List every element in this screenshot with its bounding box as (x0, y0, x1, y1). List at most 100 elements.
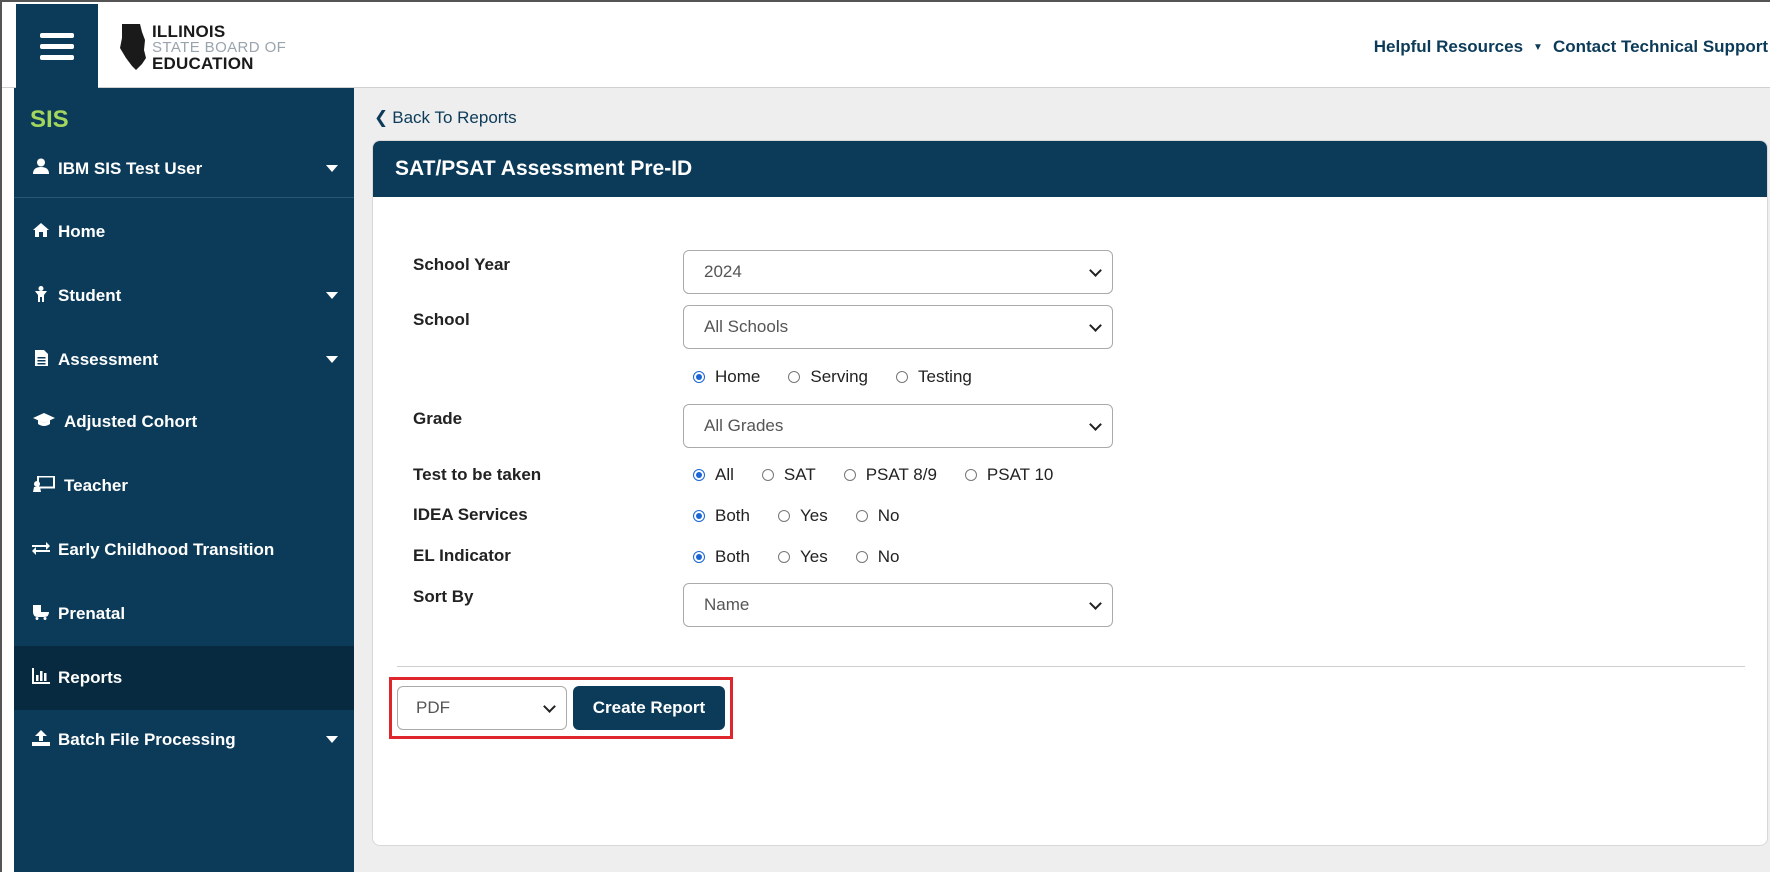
baby-carriage-icon (30, 604, 52, 625)
sort-by-select[interactable]: Name (683, 583, 1113, 627)
contact-technical-support-link[interactable]: Contact Technical Support (1553, 37, 1768, 57)
select-value: All Schools (704, 317, 789, 336)
radio-indicator (964, 469, 977, 481)
upload-icon (30, 729, 52, 751)
school-year-select[interactable]: 2024 (683, 250, 1113, 294)
chevron-down-icon (1089, 264, 1102, 277)
home-icon (30, 222, 52, 243)
helpful-resources-link[interactable]: Helpful Resources (1374, 37, 1523, 57)
sidebar-item-assessment[interactable]: Assessment (14, 328, 354, 392)
radio-psat-10[interactable]: PSAT 10 (964, 465, 1054, 485)
bar-chart-icon (30, 667, 52, 689)
radio-idea-yes[interactable]: Yes (777, 506, 828, 526)
sidebar-item-label: Adjusted Cohort (64, 412, 198, 431)
illinois-state-icon (120, 24, 146, 70)
radio-indicator (693, 371, 705, 383)
radio-all[interactable]: All (693, 465, 734, 485)
radio-sat[interactable]: SAT (761, 465, 816, 485)
radio-el-yes[interactable]: Yes (777, 547, 828, 567)
radio-psat-8-9[interactable]: PSAT 8/9 (843, 465, 937, 485)
radio-label: Home (715, 367, 761, 386)
radio-indicator (693, 510, 705, 522)
sidebar-item-teacher[interactable]: Teacher (14, 454, 354, 518)
sidebar-item-student[interactable]: Student (14, 264, 354, 328)
radio-el-no[interactable]: No (855, 547, 899, 567)
hamburger-menu-button[interactable] (16, 4, 98, 88)
radio-label: Both (715, 506, 750, 525)
user-icon (30, 158, 52, 179)
sidebar-item-label: Early Childhood Transition (58, 540, 275, 559)
back-to-reports-link[interactable]: ❮ Back To Reports (374, 108, 517, 128)
sidebar-item-label: Reports (58, 668, 123, 687)
radio-label: Serving (810, 367, 868, 386)
grade-label: Grade (413, 409, 463, 428)
radio-label: PSAT 10 (986, 465, 1054, 484)
logo-line-3: EDUCATION (152, 53, 254, 73)
sidebar-item-batch-file-processing[interactable]: Batch File Processing (14, 708, 354, 772)
radio-serving[interactable]: Serving (788, 367, 868, 387)
divider (397, 666, 1745, 667)
highlight-annotation-box (389, 677, 733, 739)
grade-select[interactable]: All Grades (683, 404, 1113, 448)
el-indicator-radio-group: Both Yes No (693, 547, 927, 567)
chevron-down-icon (326, 292, 338, 299)
radio-label: Testing (918, 367, 972, 386)
sidebar-title: SIS (30, 106, 69, 133)
school-type-radio-group: Home Serving Testing (693, 367, 1000, 387)
chevron-down-icon (1089, 319, 1102, 332)
sidebar-item-early-childhood-transition[interactable]: Early Childhood Transition (14, 518, 354, 582)
sidebar-item-label: Batch File Processing (58, 730, 236, 749)
user-name: IBM SIS Test User (58, 158, 203, 178)
radio-home[interactable]: Home (693, 367, 760, 387)
test-radio-group: All SAT PSAT 8/9 PSAT 10 (693, 465, 1081, 485)
radio-indicator (777, 551, 790, 563)
radio-indicator (896, 371, 908, 383)
radio-el-both[interactable]: Both (693, 547, 750, 567)
radio-idea-no[interactable]: No (855, 506, 900, 526)
sidebar-item-label: Prenatal (58, 604, 126, 623)
chevron-down-icon (1089, 597, 1102, 610)
sidebar-item-prenatal[interactable]: Prenatal (14, 582, 354, 646)
chevron-left-icon: ❮ (374, 108, 389, 127)
radio-indicator (693, 469, 705, 481)
radio-indicator (855, 510, 868, 522)
radio-idea-both[interactable]: Both (693, 506, 750, 526)
radio-indicator (843, 469, 856, 481)
page-title: SAT/PSAT Assessment Pre-ID (373, 141, 1767, 197)
teacher-board-icon (30, 475, 58, 497)
school-year-label: School Year (413, 255, 511, 274)
chevron-down-icon (326, 356, 338, 363)
sort-by-label: Sort By (413, 587, 474, 606)
radio-indicator (761, 469, 774, 481)
hamburger-icon (40, 30, 74, 63)
back-link-label: Back To Reports (392, 108, 517, 127)
sidebar: SIS IBM SIS Test User Home Student Asses… (14, 88, 354, 872)
graduation-cap-icon (30, 412, 58, 432)
top-header: ILLINOIS STATE BOARD OF EDUCATION Helpfu… (2, 2, 1770, 88)
radio-testing[interactable]: Testing (896, 367, 972, 387)
chevron-down-icon (326, 736, 338, 743)
sidebar-item-reports[interactable]: Reports (14, 646, 354, 710)
test-to-be-taken-label: Test to be taken (413, 465, 542, 484)
chevron-down-icon (326, 164, 338, 172)
el-indicator-label: EL Indicator (413, 546, 511, 565)
radio-indicator (855, 551, 868, 563)
sidebar-item-adjusted-cohort[interactable]: Adjusted Cohort (14, 390, 354, 454)
student-icon (30, 285, 52, 307)
sidebar-item-home[interactable]: Home (14, 200, 354, 264)
select-value: All Grades (704, 416, 784, 435)
school-select[interactable]: All Schools (683, 305, 1113, 349)
idea-services-label: IDEA Services (413, 505, 528, 524)
radio-indicator (788, 371, 801, 383)
radio-label: No (877, 506, 900, 525)
user-menu[interactable]: IBM SIS Test User (14, 140, 354, 198)
report-card: SAT/PSAT Assessment Pre-ID School Year 2… (372, 140, 1768, 846)
radio-indicator (777, 510, 790, 522)
radio-label: All (715, 465, 734, 484)
sidebar-item-label: Home (58, 222, 106, 241)
radio-label: SAT (783, 465, 816, 484)
school-label: School (413, 310, 470, 329)
sidebar-item-label: Teacher (64, 476, 128, 495)
isbe-logo[interactable]: ILLINOIS STATE BOARD OF EDUCATION (118, 22, 286, 72)
radio-label: Yes (799, 506, 828, 525)
